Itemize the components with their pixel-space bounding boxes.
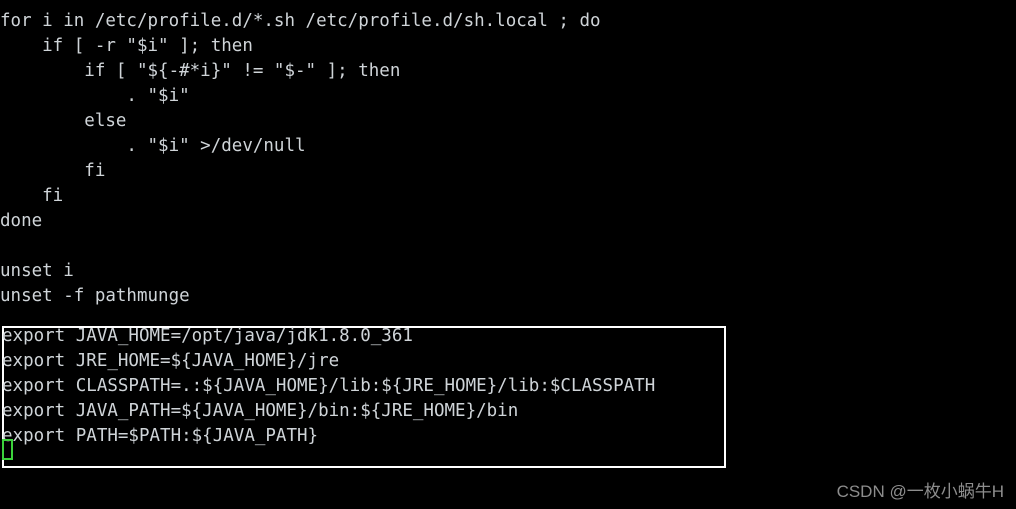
script-text-area: for i in /etc/profile.d/*.sh /etc/profil… (0, 9, 1016, 309)
code-line: fi (0, 161, 106, 181)
export-line: export JAVA_PATH=${JAVA_HOME}/bin:${JRE_… (2, 401, 519, 421)
csdn-watermark: CSDN @一枚小蜗牛H (836, 482, 1004, 501)
code-line: else (0, 111, 127, 131)
code-line: if [ -r "$i" ]; then (0, 36, 253, 56)
code-line: . "$i" >/dev/null (0, 136, 306, 156)
export-text-area: export JAVA_HOME=/opt/java/jdk1.8.0_361 … (0, 324, 1016, 449)
code-line: unset -f pathmunge (0, 286, 190, 306)
export-line: export JRE_HOME=${JAVA_HOME}/jre (2, 351, 340, 371)
export-line: export JAVA_HOME=/opt/java/jdk1.8.0_361 (2, 326, 413, 346)
code-line: done (0, 211, 43, 231)
terminal-window[interactable]: for i in /etc/profile.d/*.sh /etc/profil… (0, 0, 1016, 509)
code-line: unset i (0, 261, 74, 281)
code-line: for i in /etc/profile.d/*.sh /etc/profil… (0, 11, 601, 31)
export-line: export PATH=$PATH:${JAVA_PATH} (2, 426, 319, 446)
export-line: export CLASSPATH=.:${JAVA_HOME}/lib:${JR… (2, 376, 656, 396)
text-cursor (2, 439, 13, 460)
code-line: fi (0, 186, 64, 206)
code-line: . "$i" (0, 86, 190, 106)
code-line: if [ "${-#*i}" != "$-" ]; then (0, 61, 401, 81)
